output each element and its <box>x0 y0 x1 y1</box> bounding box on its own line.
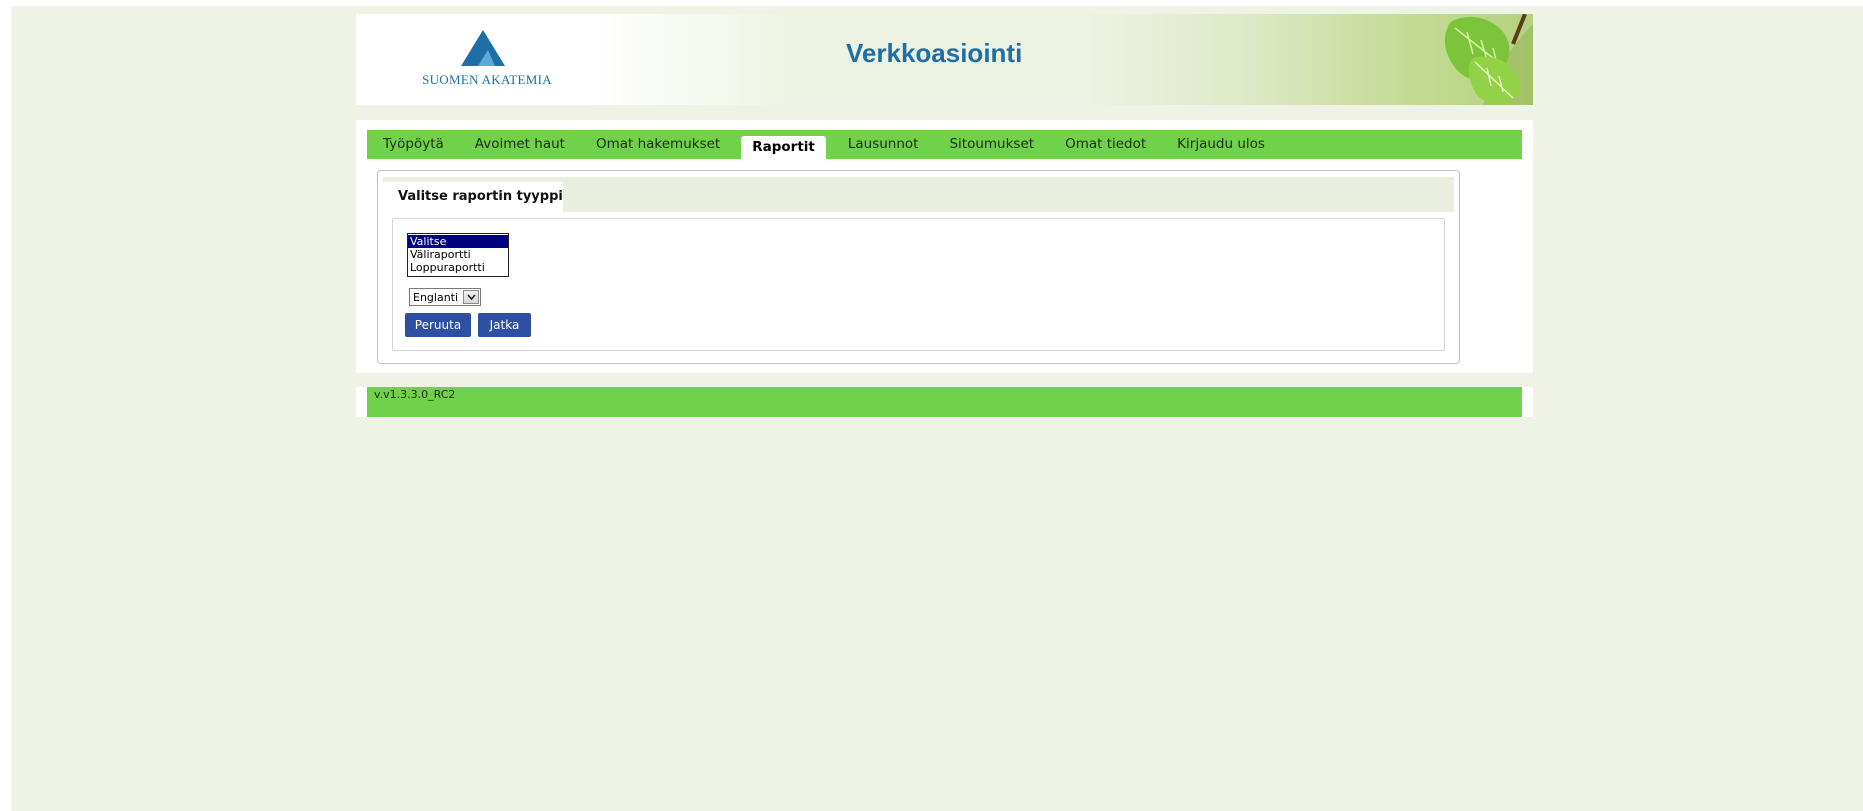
cancel-button[interactable]: Peruuta <box>405 313 471 337</box>
nav-item-kirjaudu-ulos[interactable]: Kirjaudu ulos <box>1161 130 1280 159</box>
footer-bar: v.v1.3.3.0_RC2 <box>367 387 1522 417</box>
report-type-listbox[interactable]: Valitse Väliraportti Loppuraportti <box>407 233 509 277</box>
report-frame: Valitse raportin tyyppi Valitse Välirapo… <box>377 170 1460 364</box>
report-type-option[interactable]: Loppuraportti <box>408 261 508 274</box>
logo-text: SUOMEN AKATEMIA <box>422 72 552 87</box>
continue-button[interactable]: Jatka <box>478 313 531 337</box>
site-title: Verkkoasiointi <box>846 38 1023 68</box>
suomen-akatemia-logo-icon <box>461 30 505 70</box>
language-select[interactable]: Englanti <box>409 288 481 306</box>
nav-item-lausunnot[interactable]: Lausunnot <box>832 130 934 159</box>
nav-item-omat-hakemukset[interactable]: Omat hakemukset <box>580 130 735 159</box>
tab-valitse-raportin-tyyppi[interactable]: Valitse raportin tyyppi <box>383 182 563 212</box>
report-type-option[interactable]: Valitse <box>408 235 508 248</box>
version-text: v.v1.3.3.0_RC2 <box>374 388 456 401</box>
nav-item-raportit[interactable]: Raportit <box>741 136 826 159</box>
main-nav: Työpöytä Avoimet haut Omat hakemukset Ra… <box>367 130 1522 159</box>
report-type-option[interactable]: Väliraportti <box>408 248 508 261</box>
report-form: Valitse Väliraportti Loppuraportti Engla… <box>392 218 1445 351</box>
content-panel: Työpöytä Avoimet haut Omat hakemukset Ra… <box>356 120 1533 373</box>
nav-item-sitoumukset[interactable]: Sitoumukset <box>933 130 1049 159</box>
chevron-down-icon[interactable] <box>463 290 479 304</box>
tab-strip: Valitse raportin tyyppi <box>383 177 1454 212</box>
nav-item-omat-tiedot[interactable]: Omat tiedot <box>1049 130 1161 159</box>
leaf-decoration-icon <box>1363 14 1533 105</box>
nav-item-avoimet-haut[interactable]: Avoimet haut <box>459 130 580 159</box>
site-header: SUOMEN AKATEMIA Verkkoasiointi <box>356 14 1533 105</box>
footer: v.v1.3.3.0_RC2 <box>356 387 1533 417</box>
nav-item-tyopoyta[interactable]: Työpöytä <box>367 130 459 159</box>
language-select-value: Englanti <box>413 290 459 304</box>
